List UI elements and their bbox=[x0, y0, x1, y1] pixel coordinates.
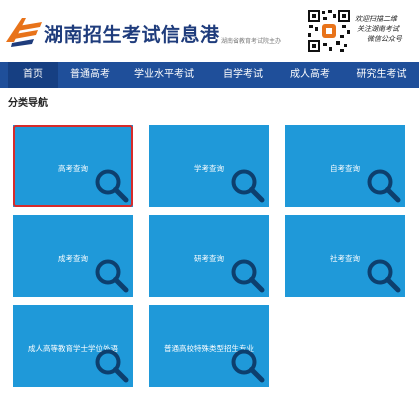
site-header: 湖南招生考试信息港 湖南省教育考试院主办 欢迎扫描二维 关注湖南考试 微信公众号 bbox=[0, 0, 419, 62]
qr-caption: 欢迎扫描二维 关注湖南考试 微信公众号 bbox=[355, 14, 419, 44]
magnifier-icon bbox=[95, 349, 129, 383]
nav-item-gaokao[interactable]: 普通高考 bbox=[62, 62, 118, 88]
tile-shekao-query[interactable]: 社考查询 bbox=[285, 215, 405, 297]
magnifier-icon bbox=[231, 259, 265, 293]
nav-item-home[interactable]: 首页 bbox=[8, 62, 58, 88]
tile-special-admission-majors[interactable]: 普通高校特殊类型招生专业 bbox=[149, 305, 269, 387]
magnifier-icon bbox=[95, 259, 129, 293]
tile-gaokao-query[interactable]: 高考查询 bbox=[13, 125, 133, 207]
nav-item-zikao[interactable]: 自学考试 bbox=[212, 62, 274, 88]
qr-caption-line: 微信公众号 bbox=[367, 35, 402, 43]
nav-item-chengkao[interactable]: 成人高考 bbox=[280, 62, 340, 88]
logo-icon bbox=[6, 18, 42, 47]
magnifier-icon bbox=[367, 169, 401, 203]
tile-zikao-query[interactable]: 自考查询 bbox=[285, 125, 405, 207]
qr-caption-line: 欢迎扫描二维 bbox=[355, 15, 397, 23]
magnifier-icon bbox=[231, 349, 265, 383]
nav-item-yankao[interactable]: 研究生考试 bbox=[344, 62, 419, 88]
site-subtitle: 湖南省教育考试院主办 bbox=[221, 38, 282, 45]
tile-label: 高考查询 bbox=[58, 164, 88, 173]
qr-caption-line: 关注湖南考试 bbox=[357, 25, 399, 33]
qr-code-icon bbox=[306, 8, 352, 54]
tile-degree-foreign-language[interactable]: 成人高等教育学士学位外语 bbox=[13, 305, 133, 387]
magnifier-icon bbox=[95, 169, 129, 203]
nav-item-xueye[interactable]: 学业水平考试 bbox=[122, 62, 206, 88]
site-title[interactable]: 湖南招生考试信息港 bbox=[44, 20, 220, 47]
magnifier-icon bbox=[367, 259, 401, 293]
tile-xuekao-query[interactable]: 学考查询 bbox=[149, 125, 269, 207]
main-nav: 首页 普通高考 学业水平考试 自学考试 成人高考 研究生考试 bbox=[0, 62, 419, 88]
section-title: 分类导航 bbox=[8, 98, 48, 109]
magnifier-icon bbox=[231, 169, 265, 203]
tile-chengkao-query[interactable]: 成考查询 bbox=[13, 215, 133, 297]
tile-yankao-query[interactable]: 研考查询 bbox=[149, 215, 269, 297]
